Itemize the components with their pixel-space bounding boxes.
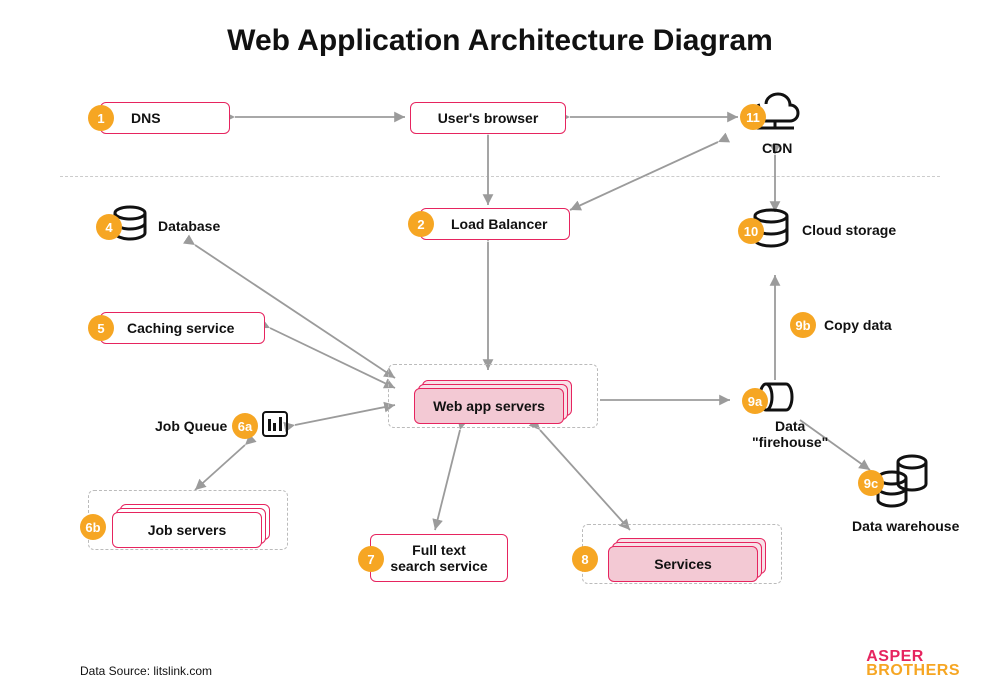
node-firehose-label: Data "firehouse" <box>752 418 828 450</box>
node-warehouse-label: Data warehouse <box>852 518 959 534</box>
badge-cdn: 11 <box>740 104 766 130</box>
badge-jobq: 6a <box>232 413 258 439</box>
badge-warehouse: 9c <box>858 470 884 496</box>
node-db-label: Database <box>158 218 220 234</box>
diagram-title: Web Application Architecture Diagram <box>0 24 1000 58</box>
badge-firehose: 9a <box>742 388 768 414</box>
badge-cloud: 10 <box>738 218 764 244</box>
brand-logo: ASPER BROTHERS <box>866 650 960 678</box>
node-cloud-label: Cloud storage <box>802 222 896 238</box>
node-caching: Caching service <box>100 312 265 344</box>
node-jobservers-label: Job servers <box>148 522 227 538</box>
job-queue-icon <box>262 411 288 437</box>
badge-cache: 5 <box>88 315 114 341</box>
node-webapp-label: Web app servers <box>433 398 545 414</box>
node-fulltext: Full text search service <box>370 534 508 582</box>
badge-jobservers: 6b <box>80 514 106 540</box>
node-fulltext-label: Full text search service <box>390 542 487 574</box>
badge-db: 4 <box>96 214 122 240</box>
node-browser: User's browser <box>410 102 566 134</box>
node-jobq-label: Job Queue <box>155 418 227 434</box>
node-services-label: Services <box>654 556 712 572</box>
node-load-balancer: Load Balancer <box>420 208 570 240</box>
node-dns-label: DNS <box>131 110 161 126</box>
node-browser-label: User's browser <box>438 110 539 126</box>
node-cdn-label: CDN <box>762 140 792 156</box>
data-source: Data Source: litslink.com <box>80 664 212 678</box>
badge-fulltext: 7 <box>358 546 384 572</box>
badge-services: 8 <box>572 546 598 572</box>
section-divider <box>60 176 940 177</box>
logo-line2: BROTHERS <box>866 664 960 678</box>
node-caching-label: Caching service <box>127 320 234 336</box>
node-lb-label: Load Balancer <box>451 216 547 232</box>
node-dns: DNS <box>100 102 230 134</box>
badge-dns: 1 <box>88 105 114 131</box>
badge-lb: 2 <box>408 211 434 237</box>
node-copy-label: Copy data <box>824 317 892 333</box>
badge-copy: 9b <box>790 312 816 338</box>
